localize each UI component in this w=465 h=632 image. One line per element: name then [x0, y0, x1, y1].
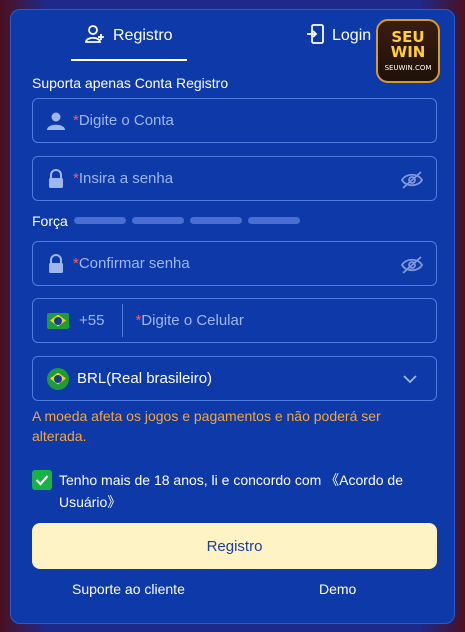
- phone-field[interactable]: +55 *Digite o Celular: [32, 298, 437, 343]
- user-icon: [45, 110, 67, 132]
- strength-bar: [132, 217, 184, 224]
- tab-register[interactable]: Registro: [85, 24, 173, 48]
- lock-icon: [45, 253, 67, 275]
- confirm-placeholder-text: Confirmar senha: [78, 255, 190, 272]
- agreement-checkbox[interactable]: [32, 470, 52, 490]
- eye-off-icon[interactable]: [400, 254, 424, 276]
- account-placeholder: *Digite o Conta: [73, 112, 174, 129]
- password-strength-label: Força: [32, 213, 68, 229]
- tab-login[interactable]: Login: [306, 23, 372, 49]
- currency-select[interactable]: BRL(Real brasileiro): [32, 356, 437, 401]
- demo-link[interactable]: Demo: [319, 581, 356, 597]
- strength-bar: [190, 217, 242, 224]
- account-field[interactable]: *Digite o Conta: [32, 98, 437, 143]
- strength-bar: [74, 217, 126, 224]
- eye-off-icon[interactable]: [400, 169, 424, 191]
- country-code[interactable]: +55: [79, 312, 104, 329]
- lock-icon: [45, 168, 67, 190]
- logo-line-3: SEUWIN.COM: [384, 63, 432, 72]
- phone-divider: [122, 304, 124, 337]
- customer-support-link[interactable]: Suporte ao cliente: [72, 581, 185, 597]
- account-type-caption: Suporta apenas Conta Registro: [32, 75, 229, 91]
- check-icon: [35, 475, 49, 486]
- confirm-placeholder: *Confirmar senha: [73, 255, 190, 272]
- password-placeholder-text: Insira a senha: [78, 170, 174, 187]
- password-placeholder: *Insira a senha: [73, 170, 173, 187]
- login-door-icon: [306, 23, 324, 49]
- password-field[interactable]: *Insira a senha: [32, 156, 437, 201]
- add-user-icon: [85, 24, 105, 49]
- chevron-down-icon: [402, 372, 418, 390]
- tab-register-label: Registro: [113, 27, 173, 44]
- currency-value: BRL(Real brasileiro): [77, 370, 213, 387]
- agreement-statement: Tenho mais de 18 anos, li e concordo com: [59, 472, 322, 488]
- phone-placeholder-text: Digite o Celular: [141, 312, 244, 329]
- tab-login-label: Login: [332, 27, 372, 44]
- logo-line-2: WIN: [390, 42, 426, 61]
- register-submit-button[interactable]: Registro: [32, 523, 437, 569]
- strength-bar: [248, 217, 300, 224]
- register-modal: Registro Login SEU WIN SEUWIN.COM Suport…: [10, 9, 455, 624]
- brazil-flag-icon: [47, 312, 69, 329]
- confirm-password-field[interactable]: *Confirmar senha: [32, 241, 437, 286]
- seuwin-logo: SEU WIN SEUWIN.COM: [376, 19, 440, 83]
- agreement-text: Tenho mais de 18 anos, li e concordo com…: [59, 469, 419, 513]
- brazil-flag-icon: [47, 367, 69, 390]
- currency-warning: A moeda afeta os jogos e pagamentos e nã…: [32, 408, 381, 444]
- account-placeholder-text: Digite o Conta: [78, 112, 174, 129]
- active-tab-indicator: [71, 59, 187, 61]
- phone-placeholder: *Digite o Celular: [135, 312, 243, 329]
